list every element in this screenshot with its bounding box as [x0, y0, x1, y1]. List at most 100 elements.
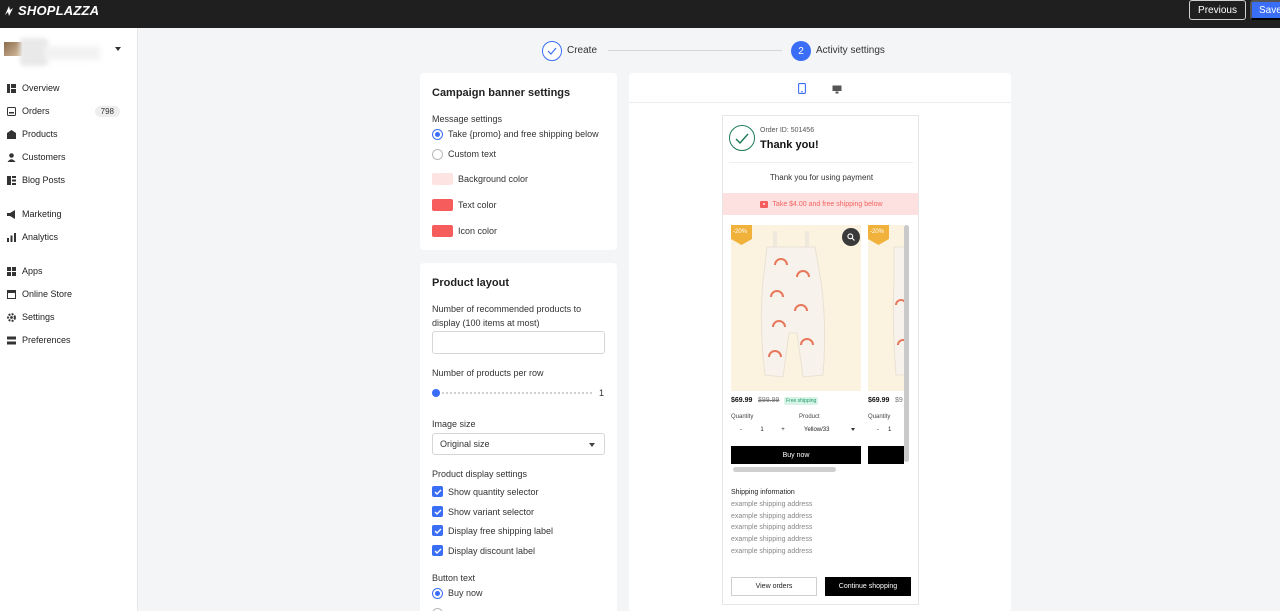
variant-value: Yellow/33 [804, 426, 830, 433]
product-image-2[interactable]: -20% [868, 225, 904, 391]
view-orders-button[interactable]: View orders [731, 577, 817, 596]
apps-icon [7, 266, 16, 276]
desktop-device-icon[interactable] [832, 82, 844, 94]
checkbox-variant-label[interactable]: Show variant selector [448, 507, 534, 517]
message-settings-label: Message settings [432, 114, 503, 124]
sidebar-item-preferences[interactable]: Preferences [0, 330, 138, 350]
quantity-value[interactable]: 1 [888, 427, 904, 433]
background-color-label: Background color [458, 174, 529, 184]
free-shipping-tag: Free shipping [784, 397, 819, 405]
card-title: Campaign banner settings [432, 87, 571, 99]
checkbox-discount[interactable] [432, 545, 443, 556]
radio-custom[interactable] [432, 149, 443, 160]
quantity-stepper-2[interactable]: - 1 [868, 422, 904, 437]
chevron-down-icon [851, 428, 855, 431]
sidebar-item-label: Blog Posts [22, 175, 66, 185]
image-size-select[interactable]: Original size [432, 433, 605, 455]
thank-you-message: Thank you for using payment [769, 173, 874, 182]
romper-illustration [760, 231, 826, 378]
check-icon [434, 548, 441, 554]
sidebar-item-overview[interactable]: Overview [0, 78, 138, 98]
sidebar-item-online-store[interactable]: Online Store [0, 284, 138, 304]
checkbox-free-shipping-label[interactable]: Display free shipping label [448, 526, 553, 536]
check-icon [547, 47, 557, 55]
shipping-address-line: example shipping address [731, 536, 813, 543]
sidebar-item-analytics[interactable]: Analytics [0, 227, 138, 247]
sidebar-item-label: Products [22, 129, 58, 139]
store-icon [7, 289, 16, 299]
radio-promo[interactable] [432, 129, 443, 140]
quantity-plus-button[interactable]: + [773, 427, 793, 433]
save-button[interactable]: Save [1250, 0, 1280, 20]
shoplazza-logo[interactable]: SHOPLAZZA [3, 3, 99, 18]
per-row-slider-handle[interactable] [432, 389, 440, 397]
sidebar-item-label: Apps [22, 266, 43, 276]
quantity-label: Quantity [731, 414, 754, 420]
icon-color-label: Icon color [458, 226, 498, 236]
radio-buy-now-label[interactable]: Buy now [448, 588, 483, 598]
customers-icon [7, 152, 16, 162]
buy-now-button[interactable]: Buy now [731, 446, 861, 464]
chevron-down-icon[interactable] [115, 47, 121, 51]
order-id: Order ID: 501456 [760, 127, 815, 134]
quantity-value[interactable]: 1 [751, 427, 773, 433]
checkbox-free-shipping[interactable] [432, 525, 443, 536]
preferences-icon [7, 336, 16, 345]
sidebar-item-label: Online Store [22, 289, 73, 299]
radio-promo-label[interactable]: Take {promo} and free shipping below [448, 129, 599, 139]
quantity-minus-button[interactable]: - [731, 427, 751, 433]
vertical-scrollbar[interactable] [904, 225, 909, 462]
sidebar-item-products[interactable]: Products [0, 124, 138, 144]
chevron-down-icon [589, 443, 595, 447]
previous-button[interactable]: Previous [1189, 0, 1246, 20]
check-icon [434, 489, 441, 495]
sidebar-item-orders[interactable]: Orders 798 [0, 101, 138, 121]
marketing-icon [7, 209, 16, 219]
recommended-label-line2: display (100 items at most) [432, 318, 540, 328]
card-title: Product layout [432, 277, 510, 289]
sidebar-item-customers[interactable]: Customers [0, 147, 138, 167]
continue-shopping-button[interactable]: Continue shopping [825, 577, 911, 596]
text-color-label: Text color [458, 200, 497, 210]
radio-buy-now[interactable] [432, 588, 443, 599]
sidebar-item-marketing[interactable]: Marketing [0, 204, 138, 224]
step-activity-number[interactable]: 2 [791, 41, 811, 61]
checkbox-quantity-label[interactable]: Show quantity selector [448, 487, 539, 497]
mobile-device-icon[interactable] [798, 82, 808, 94]
campaign-banner-text: Take $4.00 and free shipping below [772, 200, 883, 208]
sidebar-item-settings[interactable]: Settings [0, 307, 138, 327]
checkbox-quantity[interactable] [432, 486, 443, 497]
campaign-banner: Take $4.00 and free shipping below [723, 193, 918, 215]
checkbox-discount-label[interactable]: Display discount label [448, 546, 535, 556]
store-name-blurred-2 [44, 46, 100, 60]
text-color-swatch[interactable] [432, 199, 453, 211]
zoom-search-icon[interactable] [842, 228, 860, 246]
orders-icon [7, 106, 16, 116]
sidebar-item-blog-posts[interactable]: Blog Posts [0, 170, 138, 190]
check-icon [434, 509, 441, 515]
button-text-label: Button text [432, 573, 476, 583]
radio-custom-label[interactable]: Custom text [448, 149, 496, 159]
icon-color-swatch[interactable] [432, 225, 453, 237]
thank-you-title: Thank you! [760, 139, 819, 151]
horizontal-scrollbar[interactable] [733, 467, 836, 472]
logo-icon [5, 5, 13, 16]
blog-icon [7, 175, 16, 185]
shipping-address-line: example shipping address [731, 524, 813, 531]
step-activity-label: Activity settings [816, 45, 885, 56]
checkbox-variant[interactable] [432, 506, 443, 517]
step-create-check[interactable] [542, 41, 562, 61]
quantity-stepper[interactable]: - 1 + [731, 422, 793, 437]
background-color-swatch[interactable] [432, 173, 453, 185]
per-row-slider-track[interactable] [435, 392, 592, 394]
mobile-preview: Order ID: 501456 Thank you! Thank you fo… [722, 115, 919, 605]
variant-select[interactable]: Yellow/33 [799, 422, 861, 437]
quantity-minus-button[interactable]: - [868, 427, 888, 433]
sidebar-item-apps[interactable]: Apps [0, 261, 138, 281]
sidebar-item-label: Analytics [22, 232, 59, 242]
buy-now-button-2[interactable] [868, 446, 904, 464]
step-connector [608, 50, 782, 51]
recommended-count-input[interactable] [432, 331, 605, 354]
product-image[interactable]: -20% [731, 225, 861, 391]
store-switcher[interactable] [4, 38, 130, 68]
